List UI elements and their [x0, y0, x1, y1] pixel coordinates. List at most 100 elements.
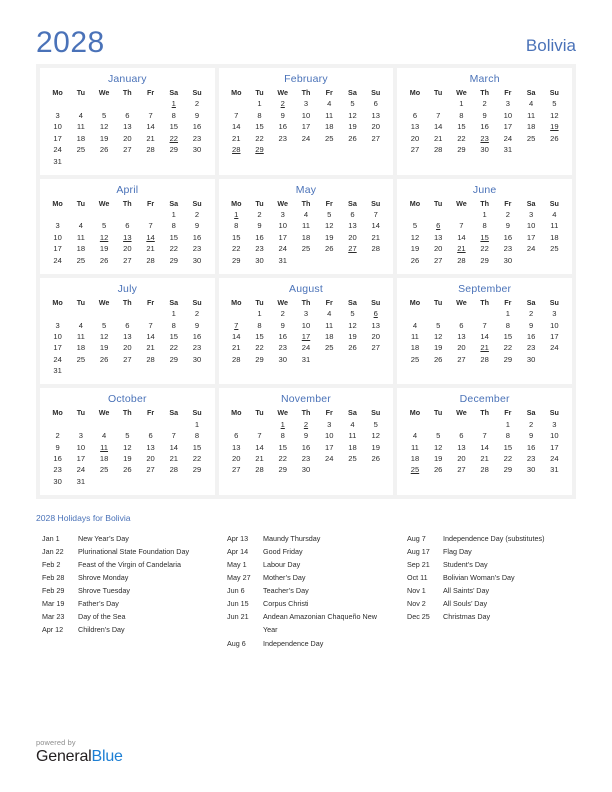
day-cell[interactable]: 4 — [403, 320, 426, 331]
day-cell[interactable]: 20 — [139, 453, 162, 464]
day-cell-holiday[interactable]: 17 — [294, 331, 317, 342]
day-cell[interactable]: 18 — [403, 453, 426, 464]
day-cell[interactable]: 3 — [496, 99, 519, 110]
day-cell[interactable]: 14 — [364, 221, 387, 232]
day-cell[interactable]: 2 — [473, 99, 496, 110]
day-cell[interactable]: 2 — [185, 99, 208, 110]
day-cell[interactable]: 8 — [248, 110, 271, 121]
day-cell[interactable]: 16 — [520, 442, 543, 453]
day-cell[interactable]: 23 — [294, 453, 317, 464]
day-cell[interactable]: 16 — [185, 331, 208, 342]
day-cell[interactable]: 29 — [450, 145, 473, 156]
day-cell[interactable]: 23 — [185, 133, 208, 144]
day-cell-holiday[interactable]: 1 — [271, 419, 294, 430]
day-cell[interactable]: 1 — [473, 209, 496, 220]
day-cell[interactable]: 31 — [46, 156, 69, 167]
day-cell-holiday[interactable]: 15 — [473, 232, 496, 243]
day-cell[interactable]: 18 — [341, 442, 364, 453]
day-cell[interactable]: 25 — [318, 133, 341, 144]
day-cell[interactable]: 5 — [364, 419, 387, 430]
day-cell[interactable]: 12 — [318, 221, 341, 232]
day-cell[interactable]: 22 — [450, 133, 473, 144]
day-cell[interactable]: 3 — [520, 209, 543, 220]
day-cell[interactable]: 22 — [162, 244, 185, 255]
day-cell[interactable]: 9 — [294, 431, 317, 442]
day-cell[interactable]: 15 — [248, 122, 271, 133]
day-cell[interactable]: 8 — [162, 320, 185, 331]
day-cell[interactable]: 27 — [225, 465, 248, 476]
day-cell[interactable]: 13 — [116, 331, 139, 342]
day-cell[interactable]: 9 — [248, 221, 271, 232]
day-cell[interactable]: 4 — [69, 320, 92, 331]
day-cell[interactable]: 1 — [496, 419, 519, 430]
day-cell[interactable]: 5 — [92, 221, 115, 232]
day-cell[interactable]: 14 — [225, 122, 248, 133]
day-cell[interactable]: 20 — [364, 122, 387, 133]
day-cell[interactable]: 30 — [185, 145, 208, 156]
day-cell[interactable]: 29 — [225, 255, 248, 266]
day-cell[interactable]: 30 — [46, 476, 69, 487]
day-cell[interactable]: 21 — [139, 133, 162, 144]
day-cell[interactable]: 9 — [520, 320, 543, 331]
day-cell[interactable]: 19 — [427, 453, 450, 464]
day-cell[interactable]: 24 — [46, 255, 69, 266]
day-cell[interactable]: 11 — [318, 320, 341, 331]
day-cell[interactable]: 7 — [473, 320, 496, 331]
day-cell-holiday[interactable]: 11 — [92, 442, 115, 453]
day-cell[interactable]: 25 — [69, 354, 92, 365]
day-cell[interactable]: 6 — [450, 320, 473, 331]
day-cell[interactable]: 23 — [185, 343, 208, 354]
day-cell[interactable]: 5 — [403, 221, 426, 232]
day-cell[interactable]: 27 — [116, 354, 139, 365]
day-cell[interactable]: 7 — [139, 221, 162, 232]
day-cell-holiday[interactable]: 14 — [139, 232, 162, 243]
day-cell[interactable]: 27 — [403, 145, 426, 156]
day-cell[interactable]: 13 — [116, 122, 139, 133]
day-cell[interactable]: 2 — [46, 431, 69, 442]
day-cell[interactable]: 4 — [92, 431, 115, 442]
day-cell[interactable]: 28 — [473, 465, 496, 476]
day-cell[interactable]: 28 — [364, 244, 387, 255]
day-cell[interactable]: 19 — [92, 343, 115, 354]
day-cell[interactable]: 18 — [69, 133, 92, 144]
day-cell[interactable]: 12 — [92, 331, 115, 342]
day-cell[interactable]: 25 — [69, 145, 92, 156]
day-cell-holiday[interactable]: 2 — [294, 419, 317, 430]
day-cell[interactable]: 9 — [271, 320, 294, 331]
day-cell[interactable]: 4 — [341, 419, 364, 430]
day-cell[interactable]: 24 — [496, 133, 519, 144]
day-cell[interactable]: 27 — [364, 343, 387, 354]
day-cell[interactable]: 8 — [496, 431, 519, 442]
day-cell[interactable]: 18 — [318, 331, 341, 342]
day-cell[interactable]: 9 — [473, 110, 496, 121]
day-cell[interactable]: 28 — [139, 255, 162, 266]
day-cell[interactable]: 8 — [162, 221, 185, 232]
day-cell[interactable]: 14 — [162, 442, 185, 453]
day-cell[interactable]: 29 — [248, 354, 271, 365]
day-cell[interactable]: 5 — [543, 99, 566, 110]
day-cell[interactable]: 11 — [69, 331, 92, 342]
day-cell[interactable]: 10 — [46, 122, 69, 133]
day-cell[interactable]: 2 — [271, 309, 294, 320]
day-cell[interactable]: 9 — [496, 221, 519, 232]
day-cell[interactable]: 30 — [496, 255, 519, 266]
day-cell-holiday[interactable]: 19 — [543, 122, 566, 133]
day-cell[interactable]: 19 — [318, 232, 341, 243]
day-cell[interactable]: 21 — [162, 453, 185, 464]
day-cell-holiday[interactable]: 2 — [271, 99, 294, 110]
day-cell[interactable]: 22 — [496, 453, 519, 464]
day-cell[interactable]: 21 — [225, 343, 248, 354]
day-cell[interactable]: 21 — [364, 232, 387, 243]
day-cell[interactable]: 2 — [520, 419, 543, 430]
day-cell[interactable]: 12 — [116, 442, 139, 453]
day-cell[interactable]: 5 — [318, 209, 341, 220]
day-cell[interactable]: 19 — [116, 453, 139, 464]
day-cell[interactable]: 24 — [543, 453, 566, 464]
day-cell-holiday[interactable]: 25 — [403, 465, 426, 476]
day-cell[interactable]: 8 — [162, 110, 185, 121]
day-cell[interactable]: 18 — [69, 244, 92, 255]
day-cell[interactable]: 26 — [92, 354, 115, 365]
day-cell[interactable]: 20 — [116, 133, 139, 144]
day-cell[interactable]: 14 — [139, 331, 162, 342]
day-cell[interactable]: 11 — [318, 110, 341, 121]
